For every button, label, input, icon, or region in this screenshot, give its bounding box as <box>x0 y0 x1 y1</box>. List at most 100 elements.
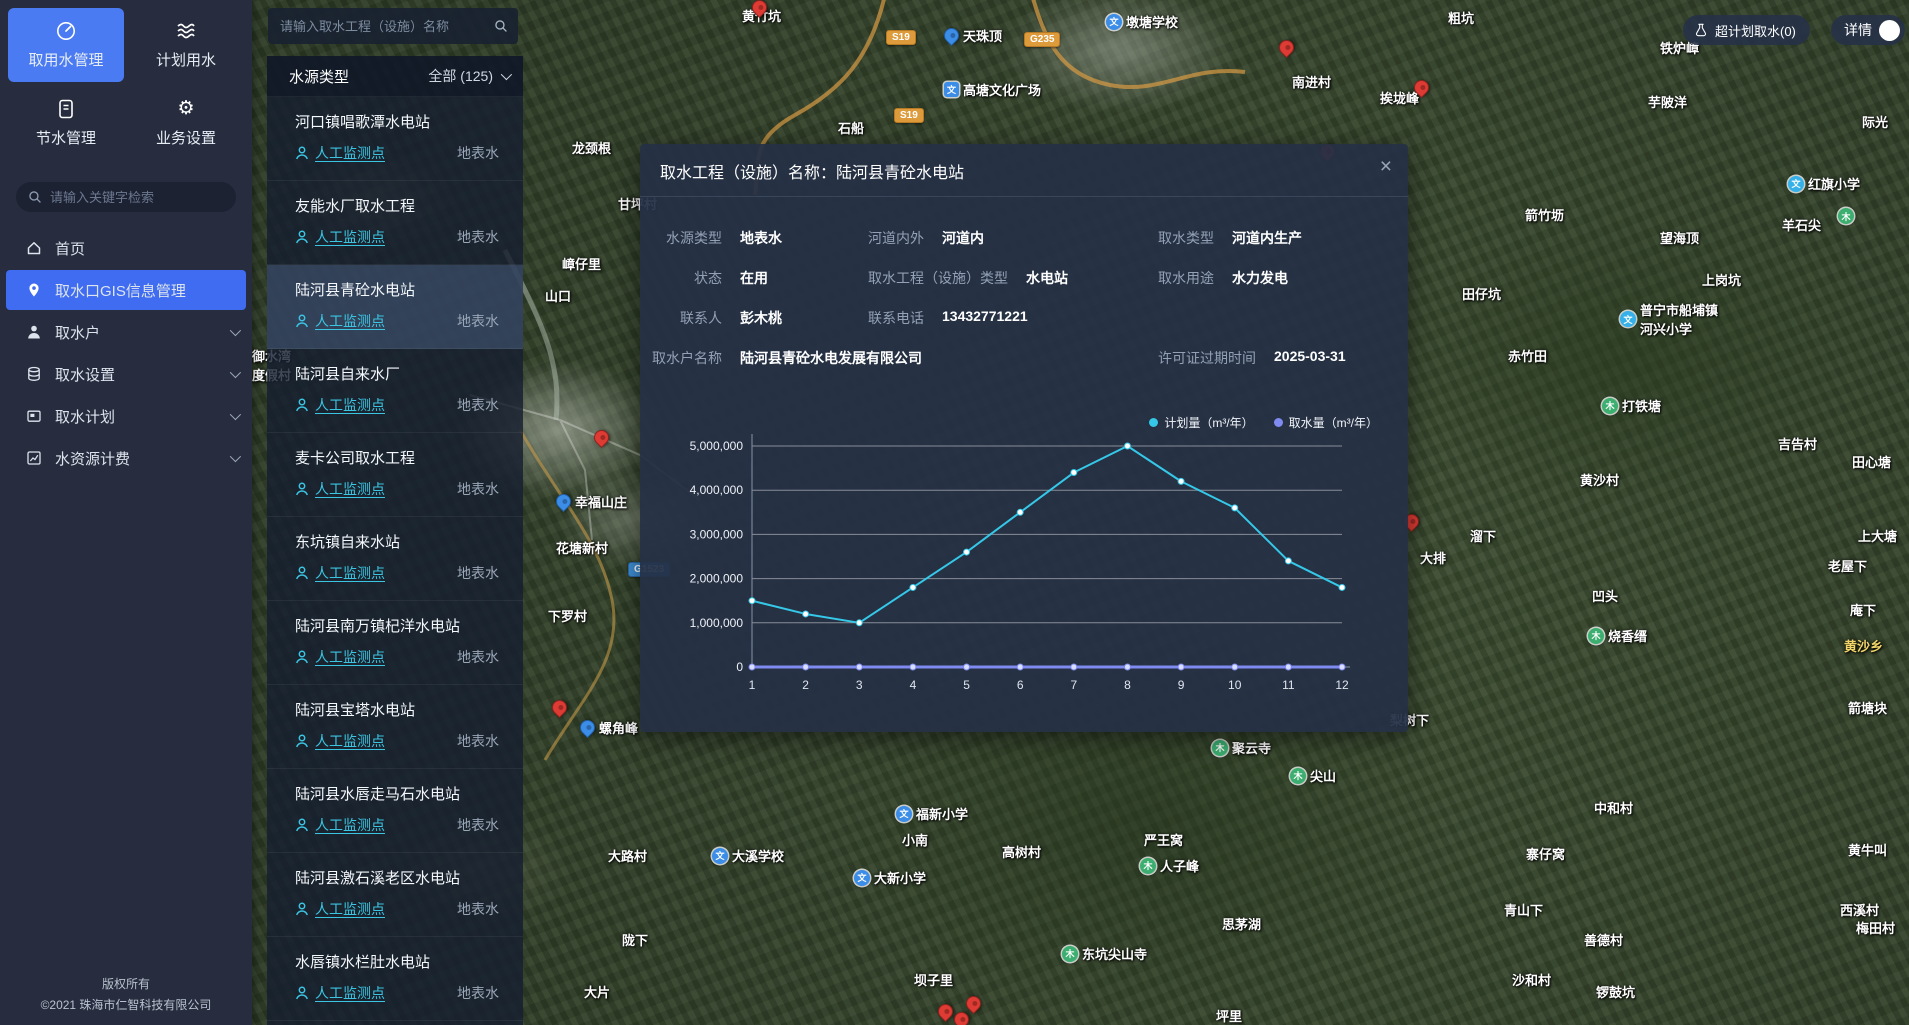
blue-map-pin-icon[interactable] <box>553 491 574 512</box>
monitor-point-link[interactable]: 人工监测点 <box>295 899 385 919</box>
building-icon[interactable]: 文 <box>944 82 959 97</box>
school-icon[interactable]: 文 <box>896 806 912 822</box>
map-poi-building[interactable]: 文高塘文化广场 <box>944 80 1041 99</box>
station-list-item[interactable]: 陆河县宝塔水电站 人工监测点 地表水 <box>267 685 523 769</box>
field-label: 河道内外 <box>868 228 924 248</box>
toggle-knob-icon[interactable] <box>1879 20 1900 41</box>
station-list-item[interactable]: 陆河县自来水厂 人工监测点 地表水 <box>267 349 523 433</box>
monitor-point-link[interactable]: 人工监测点 <box>295 311 385 331</box>
sidebar-item-gis-info[interactable]: 取水口GIS信息管理 <box>6 270 246 310</box>
map-poi-green[interactable]: 木东坑尖山寺 <box>1062 944 1147 963</box>
map-place-label: 锣鼓坑 <box>1596 982 1635 1001</box>
map-place-label: 山口 <box>545 286 571 305</box>
station-list-item[interactable]: 陆河县南万镇杞洋水电站 人工监测点 地表水 <box>267 601 523 685</box>
sidebar-item-intake-plan[interactable]: 取水计划 <box>0 396 252 436</box>
search-icon[interactable] <box>494 19 508 33</box>
map-poi-cyan[interactable]: 文红旗小学 <box>1788 174 1860 193</box>
school-icon[interactable]: 文 <box>712 848 728 864</box>
map-poi-green[interactable]: 木打铁塘 <box>1602 396 1661 415</box>
map-poi-green[interactable]: 木尖山 <box>1290 766 1336 785</box>
tree-icon[interactable]: 木 <box>1838 208 1854 224</box>
tree-icon[interactable]: 木 <box>1602 398 1618 414</box>
station-name: 陆河县激石溪老区水电站 <box>295 867 499 888</box>
water-source-value: 地表水 <box>457 731 499 751</box>
close-icon[interactable]: × <box>1380 156 1392 177</box>
monitor-point-link[interactable]: 人工监测点 <box>295 815 385 835</box>
map-poi-blue-pin[interactable]: 螺角峰 <box>580 718 638 737</box>
map-place-label: 龙颈根 <box>572 138 611 157</box>
station-name: 陆河县自来水厂 <box>295 363 499 384</box>
blue-map-pin-icon[interactable] <box>577 717 598 738</box>
tree-icon[interactable]: 木 <box>1212 740 1228 756</box>
source-type-dropdown[interactable]: 全部 (125) <box>428 66 509 86</box>
school-icon[interactable]: 文 <box>854 870 870 886</box>
station-search-box[interactable] <box>268 8 518 44</box>
station-list-item[interactable]: 水唇镇水栏肚水电站 人工监测点 地表水 <box>267 937 523 1021</box>
sidebar-item-water-users[interactable]: 取水户 <box>0 312 252 352</box>
gauge-icon <box>55 20 77 42</box>
detail-toggle[interactable]: 详情 <box>1831 15 1905 45</box>
sidebar-item-intake-settings[interactable]: 取水设置 <box>0 354 252 394</box>
map-poi-green[interactable]: 木聚云寺 <box>1212 738 1271 757</box>
station-list-item[interactable]: 麦卡公司取水工程 人工监测点 地表水 <box>267 433 523 517</box>
monitor-point-label: 人工监测点 <box>315 395 385 415</box>
legend-item[interactable]: 取水量（m³/年） <box>1274 414 1378 431</box>
map-poi-blue-pin[interactable]: 幸福山庄 <box>556 492 627 511</box>
station-list: 河口镇唱歌潭水电站 人工监测点 地表水 友能水厂取水工程 人工监测点 地表水 <box>267 97 523 1021</box>
legend-item[interactable]: 计划量（m³/年） <box>1149 414 1253 431</box>
tree-icon[interactable]: 木 <box>1588 628 1604 644</box>
map-poi-green[interactable]: 木人子峰 <box>1140 856 1199 875</box>
map-poi-school[interactable]: 文福新小学 <box>896 804 968 823</box>
map-poi-cyan[interactable]: 文普宁市船埔镇 河兴小学 <box>1620 300 1718 338</box>
station-search-input[interactable] <box>280 19 494 34</box>
sidebar-item-water-billing[interactable]: 水资源计费 <box>0 438 252 478</box>
map-poi-school[interactable]: 文大溪学校 <box>712 846 784 865</box>
monitor-point-link[interactable]: 人工监测点 <box>295 143 385 163</box>
monitor-point-link[interactable]: 人工监测点 <box>295 479 385 499</box>
monitor-point-link[interactable]: 人工监测点 <box>295 647 385 667</box>
station-list-item[interactable]: 河口镇唱歌潭水电站 人工监测点 地表水 <box>267 97 523 181</box>
copyright-notice: 版权所有 ©2021 珠海市仁智科技有限公司 <box>0 974 252 1015</box>
tree-icon[interactable]: 木 <box>1140 858 1156 874</box>
station-list-item[interactable]: 陆河县青砼水电站 人工监测点 地表水 <box>267 265 523 349</box>
person-icon <box>295 146 309 160</box>
tree-icon[interactable]: 木 <box>1062 946 1078 962</box>
map-poi-label: 天珠顶 <box>963 26 1002 45</box>
module-water-intake-mgmt[interactable]: 取用水管理 <box>8 8 124 82</box>
water-source-value: 地表水 <box>457 899 499 919</box>
map-place-label: 田仔坑 <box>1462 284 1501 303</box>
field-label: 水源类型 <box>640 228 722 248</box>
module-planned-water[interactable]: 计划用水 <box>128 8 244 82</box>
map-place-label: 南进村 <box>1292 72 1331 91</box>
person-icon <box>295 650 309 664</box>
over-plan-intake-button[interactable]: 超计划取水(0) <box>1683 15 1810 45</box>
school-icon[interactable]: 文 <box>1106 14 1122 30</box>
chevron-down-icon <box>230 409 241 420</box>
school-icon[interactable]: 文 <box>1620 311 1636 327</box>
map-place-label: 芋陂洋 <box>1648 92 1687 111</box>
map-place-label: 老屋下 <box>1828 556 1867 575</box>
module-business-settings[interactable]: ⚙ 业务设置 <box>128 86 244 160</box>
module-water-saving-mgmt[interactable]: 节水管理 <box>8 86 124 160</box>
monitor-point-link[interactable]: 人工监测点 <box>295 395 385 415</box>
monitor-point-link[interactable]: 人工监测点 <box>295 227 385 247</box>
monitor-point-link[interactable]: 人工监测点 <box>295 983 385 1003</box>
sidebar-search-input[interactable] <box>50 190 224 205</box>
station-list-item[interactable]: 友能水厂取水工程 人工监测点 地表水 <box>267 181 523 265</box>
monitor-point-link[interactable]: 人工监测点 <box>295 563 385 583</box>
monitor-point-label: 人工监测点 <box>315 143 385 163</box>
sidebar-item-home[interactable]: 首页 <box>0 228 252 268</box>
map-poi-green[interactable]: 木烧香缙 <box>1588 626 1647 645</box>
map-poi-school[interactable]: 文大新小学 <box>854 868 926 887</box>
map-poi-school[interactable]: 文墩塘学校 <box>1106 12 1178 31</box>
station-list-item[interactable]: 陆河县激石溪老区水电站 人工监测点 地表水 <box>267 853 523 937</box>
sidebar-search-box[interactable] <box>16 182 236 212</box>
station-list-item[interactable]: 陆河县水唇走马石水电站 人工监测点 地表水 <box>267 769 523 853</box>
station-list-item[interactable]: 东坑镇自来水站 人工监测点 地表水 <box>267 517 523 601</box>
map-poi-blue-pin[interactable]: 天珠顶 <box>944 26 1002 45</box>
svg-text:5: 5 <box>963 678 970 692</box>
monitor-point-link[interactable]: 人工监测点 <box>295 731 385 751</box>
school-icon[interactable]: 文 <box>1788 176 1804 192</box>
blue-map-pin-icon[interactable] <box>941 25 962 46</box>
tree-icon[interactable]: 木 <box>1290 768 1306 784</box>
